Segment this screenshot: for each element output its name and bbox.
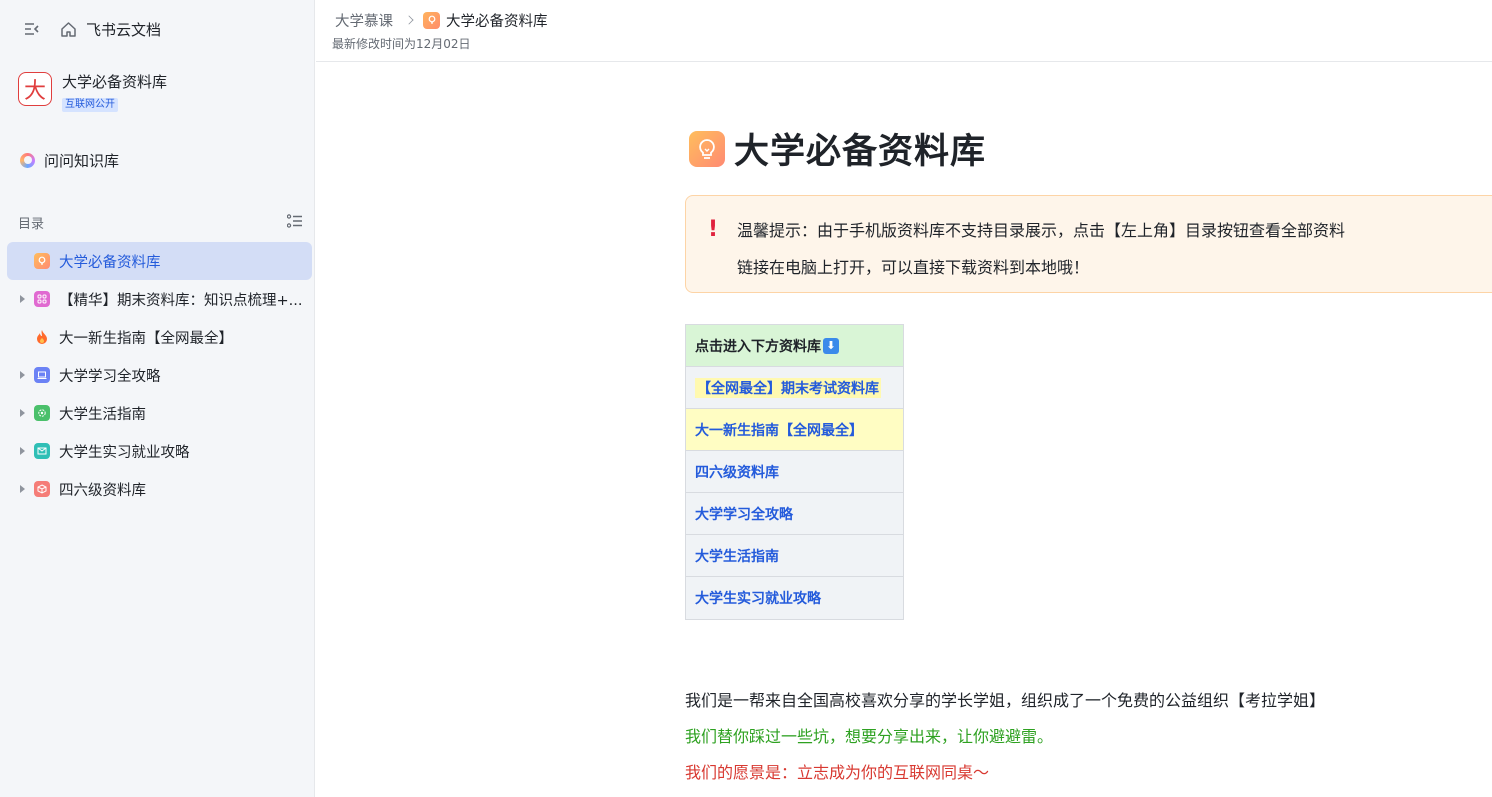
sidebar: 飞书云文档 大 大学必备资料库 互联网公开 问问知识库 目录 大学必备资料库 【… [0, 0, 315, 797]
page-title-text: 大学必备资料库 [734, 132, 987, 172]
tip-callout: ! 温馨提示：由于手机版资料库不支持目录展示，点击【左上角】目录按钮查看全部资料… [685, 195, 1492, 293]
brand-link[interactable]: 飞书云文档 [86, 19, 161, 40]
mail-icon [34, 443, 50, 459]
table-row-link[interactable]: 【全网最全】期末考试资料库 [686, 367, 903, 409]
red-paragraph: 我们的愿景是：立志成为你的互联网同桌～ [685, 763, 990, 782]
sidebar-item-label: 大学生活指南 [59, 406, 146, 423]
table-link[interactable]: 大学生实习就业攻略 [695, 588, 821, 608]
sidebar-item-label: 大学学习全攻略 [59, 368, 161, 385]
callout-line: 温馨提示：由于手机版资料库不支持目录展示，点击【左上角】目录按钮查看全部资料 [737, 221, 1346, 240]
callout-line: 链接在电脑上打开，可以直接下载资料到本地哦！ [737, 258, 1090, 277]
table-row-link[interactable]: 大学生活指南 [686, 535, 903, 577]
bulb-icon [689, 130, 725, 167]
sidebar-item-internship[interactable]: 大学生实习就业攻略 [7, 432, 312, 470]
expand-arrow-icon[interactable] [17, 408, 27, 418]
resource-table: 点击进入下方资料库 ⬇ 【全网最全】期末考试资料库 大一新生指南【全网最全】 四… [685, 324, 904, 620]
doc-body: 大学必备资料库 ! 温馨提示：由于手机版资料库不支持目录展示，点击【左上角】目录… [316, 63, 1492, 797]
bulb-icon [34, 253, 50, 269]
list-view-icon[interactable] [286, 213, 303, 232]
space-header[interactable]: 大 大学必备资料库 互联网公开 [18, 72, 167, 112]
breadcrumb-parent[interactable]: 大学慕课 [335, 10, 393, 31]
sidebar-item-label: 大一新生指南【全网最全】 [59, 330, 233, 347]
sidebar-item-label: 大学生实习就业攻略 [59, 444, 190, 461]
table-row-link[interactable]: 大一新生指南【全网最全】 [686, 409, 903, 451]
table-link[interactable]: 【全网最全】期末考试资料库 [695, 377, 881, 398]
breadcrumb: 大学慕课 大学必备资料库 [335, 10, 548, 30]
toc-label: 目录 [18, 217, 45, 232]
table-link[interactable]: 大学生活指南 [695, 546, 779, 566]
table-link[interactable]: 大学学习全攻略 [695, 504, 793, 524]
ai-ring-icon [20, 152, 35, 168]
space-logo: 大 [18, 72, 52, 106]
intro-paragraph: 我们是一帮来自全国高校喜欢分享的学长学姐，组织成了一个免费的公益组织【考拉学姐】 [685, 691, 1326, 710]
expand-arrow-icon[interactable] [17, 370, 27, 380]
space-title: 大学必备资料库 [62, 73, 168, 91]
sidebar-item-main[interactable]: 大学必备资料库 [7, 242, 312, 280]
table-row-link[interactable]: 大学学习全攻略 [686, 493, 903, 535]
table-row-link[interactable]: 大学生实习就业攻略 [686, 577, 903, 619]
ask-knowledge-base-button[interactable]: 问问知识库 [20, 150, 119, 170]
fire-icon [34, 329, 50, 345]
sidebar-item-final-exams[interactable]: 【精华】期末资料库：知识点梳理+... [7, 280, 312, 318]
exclamation-icon: ! [708, 217, 719, 242]
last-modified: 最新修改时间为12月02日 [332, 37, 471, 51]
chevron-right-icon [404, 15, 414, 25]
gear-icon [34, 405, 50, 421]
toc-tree: 大学必备资料库 【精华】期末资料库：知识点梳理+... 大一新生指南【全网最全】… [7, 242, 312, 508]
collapse-sidebar-icon[interactable] [22, 19, 42, 39]
expand-arrow-icon[interactable] [17, 446, 27, 456]
breadcrumb-current[interactable]: 大学必备资料库 [446, 10, 548, 31]
home-icon[interactable] [58, 19, 78, 39]
sidebar-item-freshman-guide[interactable]: 大一新生指南【全网最全】 [7, 318, 312, 356]
public-badge: 互联网公开 [62, 98, 118, 112]
down-arrow-icon: ⬇ [823, 337, 839, 354]
table-link[interactable]: 四六级资料库 [695, 462, 779, 482]
ask-label: 问问知识库 [44, 151, 120, 170]
table-link[interactable]: 大一新生指南【全网最全】 [695, 420, 863, 440]
table-row-link[interactable]: 四六级资料库 [686, 451, 903, 493]
laptop-icon [34, 367, 50, 383]
sidebar-item-label: 四六级资料库 [59, 482, 146, 499]
toc-header: 目录 [18, 213, 303, 232]
table-header: 点击进入下方资料库 ⬇ [686, 325, 903, 367]
green-paragraph: 我们替你踩过一些坑，想要分享出来，让你避避雷。 [685, 727, 1054, 746]
sidebar-item-study-guide[interactable]: 大学学习全攻略 [7, 356, 312, 394]
sidebar-item-cet[interactable]: 四六级资料库 [7, 470, 312, 508]
bulb-icon [423, 11, 440, 29]
page-title: 大学必备资料库 [689, 123, 986, 174]
sidebar-item-life-guide[interactable]: 大学生活指南 [7, 394, 312, 432]
doc-header: 大学慕课 大学必备资料库 最新修改时间为12月02日 [316, 0, 1492, 62]
table-header-text: 点击进入下方资料库 [695, 338, 821, 355]
expand-arrow-icon[interactable] [17, 294, 27, 304]
sidebar-top: 飞书云文档 [22, 18, 161, 40]
sidebar-item-label: 大学必备资料库 [59, 254, 161, 271]
expand-arrow-icon[interactable] [17, 484, 27, 494]
grid-icon [34, 291, 50, 307]
sidebar-item-label: 【精华】期末资料库：知识点梳理+... [59, 292, 303, 309]
cube-icon [34, 481, 50, 497]
